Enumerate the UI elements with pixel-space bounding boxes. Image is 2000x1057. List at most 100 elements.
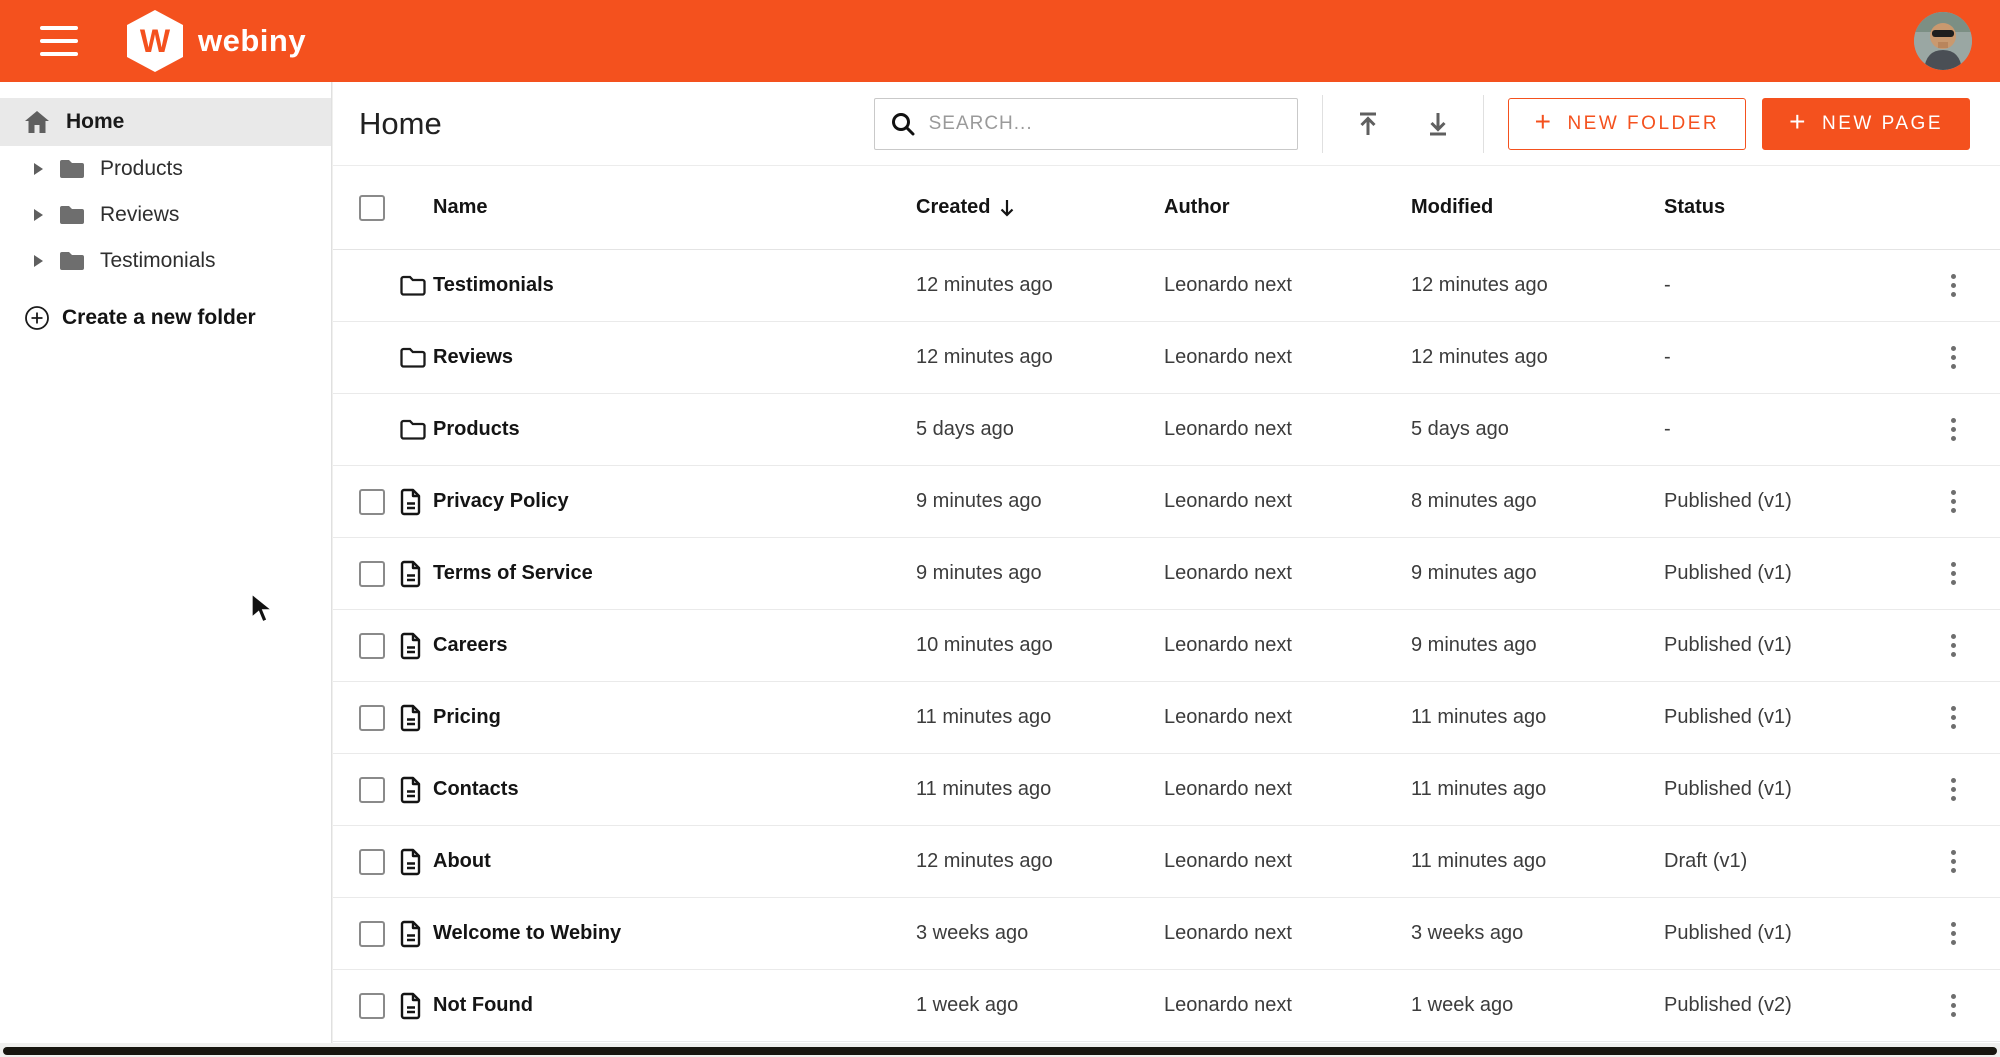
folder-icon xyxy=(58,250,86,272)
table-row-reviews[interactable]: Reviews 12 minutes ago Leonardo next 12 … xyxy=(333,322,2000,394)
table-row-not-found[interactable]: Not Found 1 week ago Leonardo next 1 wee… xyxy=(333,970,2000,1042)
row-menu-button[interactable] xyxy=(1943,698,1964,737)
column-header-author[interactable]: Author xyxy=(1164,196,1411,219)
row-name[interactable]: Welcome to Webiny xyxy=(433,922,916,945)
row-created: 12 minutes ago xyxy=(916,346,1164,369)
column-header-status[interactable]: Status xyxy=(1664,196,1914,219)
table-row-products[interactable]: Products 5 days ago Leonardo next 5 days… xyxy=(333,394,2000,466)
document-icon xyxy=(399,560,423,588)
brand-wordmark: webiny xyxy=(198,23,306,59)
page-title: Home xyxy=(359,106,442,142)
row-checkbox[interactable] xyxy=(359,633,385,659)
row-checkbox[interactable] xyxy=(359,849,385,875)
row-name[interactable]: Not Found xyxy=(433,994,916,1017)
row-created: 3 weeks ago xyxy=(916,922,1164,945)
row-name[interactable]: Terms of Service xyxy=(433,562,916,585)
toolbar-divider xyxy=(1483,95,1484,153)
sidebar-item-label: Reviews xyxy=(100,203,179,227)
table-row-privacy-policy[interactable]: Privacy Policy 9 minutes ago Leonardo ne… xyxy=(333,466,2000,538)
document-icon xyxy=(399,704,423,732)
sort-desc-icon xyxy=(998,198,1016,218)
row-created: 12 minutes ago xyxy=(916,274,1164,297)
new-page-button[interactable]: + NEW PAGE xyxy=(1762,98,1970,150)
document-icon xyxy=(399,632,423,660)
sidebar-item-products[interactable]: Products xyxy=(0,146,331,192)
row-menu-button[interactable] xyxy=(1943,986,1964,1025)
avatar-photo-icon xyxy=(1914,12,1972,70)
row-menu-button[interactable] xyxy=(1943,410,1964,449)
row-menu-button[interactable] xyxy=(1943,266,1964,305)
table-row-welcome-to-webiny[interactable]: Welcome to Webiny 3 weeks ago Leonardo n… xyxy=(333,898,2000,970)
table-row-careers[interactable]: Careers 10 minutes ago Leonardo next 9 m… xyxy=(333,610,2000,682)
row-modified: 12 minutes ago xyxy=(1411,274,1664,297)
row-checkbox[interactable] xyxy=(359,489,385,515)
sidebar-item-reviews[interactable]: Reviews xyxy=(0,192,331,238)
new-folder-button[interactable]: + NEW FOLDER xyxy=(1508,98,1747,150)
webiny-logo[interactable]: W webiny xyxy=(124,8,306,74)
row-created: 10 minutes ago xyxy=(916,634,1164,657)
chevron-right-icon[interactable] xyxy=(32,207,44,223)
horizontal-scrollbar[interactable] xyxy=(3,1047,1997,1055)
row-name[interactable]: Products xyxy=(433,418,916,441)
table-row-terms-of-service[interactable]: Terms of Service 9 minutes ago Leonardo … xyxy=(333,538,2000,610)
row-name[interactable]: Testimonials xyxy=(433,274,916,297)
row-status: Published (v1) xyxy=(1664,490,1914,513)
webiny-hexagon-icon: W xyxy=(124,8,186,74)
select-all-checkbox[interactable] xyxy=(359,195,385,221)
row-name[interactable]: Pricing xyxy=(433,706,916,729)
table-row-contacts[interactable]: Contacts 11 minutes ago Leonardo next 11… xyxy=(333,754,2000,826)
chevron-right-icon[interactable] xyxy=(32,253,44,269)
row-modified: 5 days ago xyxy=(1411,418,1664,441)
row-checkbox[interactable] xyxy=(359,777,385,803)
row-name[interactable]: Careers xyxy=(433,634,916,657)
row-author: Leonardo next xyxy=(1164,418,1411,441)
row-menu-button[interactable] xyxy=(1943,338,1964,377)
sidebar-item-testimonials[interactable]: Testimonials xyxy=(0,238,331,284)
table-row-about[interactable]: About 12 minutes ago Leonardo next 11 mi… xyxy=(333,826,2000,898)
row-menu-button[interactable] xyxy=(1943,482,1964,521)
row-modified: 1 week ago xyxy=(1411,994,1664,1017)
user-avatar[interactable] xyxy=(1914,12,1972,70)
row-name[interactable]: Reviews xyxy=(433,346,916,369)
import-pages-button[interactable] xyxy=(1347,103,1389,145)
row-checkbox[interactable] xyxy=(359,705,385,731)
row-name[interactable]: Contacts xyxy=(433,778,916,801)
table-row-pricing[interactable]: Pricing 11 minutes ago Leonardo next 11 … xyxy=(333,682,2000,754)
toolbar-divider xyxy=(1322,95,1323,153)
row-created: 11 minutes ago xyxy=(916,778,1164,801)
create-folder-button[interactable]: Create a new folder xyxy=(0,296,256,340)
table-row-testimonials[interactable]: Testimonials 12 minutes ago Leonardo nex… xyxy=(333,250,2000,322)
row-menu-button[interactable] xyxy=(1943,914,1964,953)
row-menu-button[interactable] xyxy=(1943,554,1964,593)
row-author: Leonardo next xyxy=(1164,850,1411,873)
row-checkbox[interactable] xyxy=(359,921,385,947)
row-checkbox[interactable] xyxy=(359,993,385,1019)
search-input[interactable] xyxy=(929,113,1283,135)
svg-text:W: W xyxy=(140,23,171,59)
menu-icon[interactable] xyxy=(40,26,78,56)
column-header-name[interactable]: Name xyxy=(433,196,916,219)
table-body: Testimonials 12 minutes ago Leonardo nex… xyxy=(333,250,2000,1042)
row-name[interactable]: About xyxy=(433,850,916,873)
row-created: 1 week ago xyxy=(916,994,1164,1017)
plus-icon: + xyxy=(1535,108,1554,136)
chevron-right-icon[interactable] xyxy=(32,161,44,177)
row-checkbox[interactable] xyxy=(359,561,385,587)
row-modified: 11 minutes ago xyxy=(1411,706,1664,729)
row-status: Published (v1) xyxy=(1664,706,1914,729)
column-header-created[interactable]: Created xyxy=(916,196,1164,219)
row-menu-button[interactable] xyxy=(1943,842,1964,881)
search-box[interactable] xyxy=(874,98,1298,150)
column-header-modified[interactable]: Modified xyxy=(1411,196,1664,219)
toolbar: Home xyxy=(333,82,2000,166)
folder-icon xyxy=(399,274,426,297)
row-menu-button[interactable] xyxy=(1943,770,1964,809)
upload-icon xyxy=(1353,109,1383,139)
row-created: 11 minutes ago xyxy=(916,706,1164,729)
row-author: Leonardo next xyxy=(1164,994,1411,1017)
sidebar-item-home[interactable]: Home xyxy=(0,98,331,146)
row-menu-button[interactable] xyxy=(1943,626,1964,665)
row-name[interactable]: Privacy Policy xyxy=(433,490,916,513)
export-pages-button[interactable] xyxy=(1417,103,1459,145)
row-status: Published (v1) xyxy=(1664,778,1914,801)
